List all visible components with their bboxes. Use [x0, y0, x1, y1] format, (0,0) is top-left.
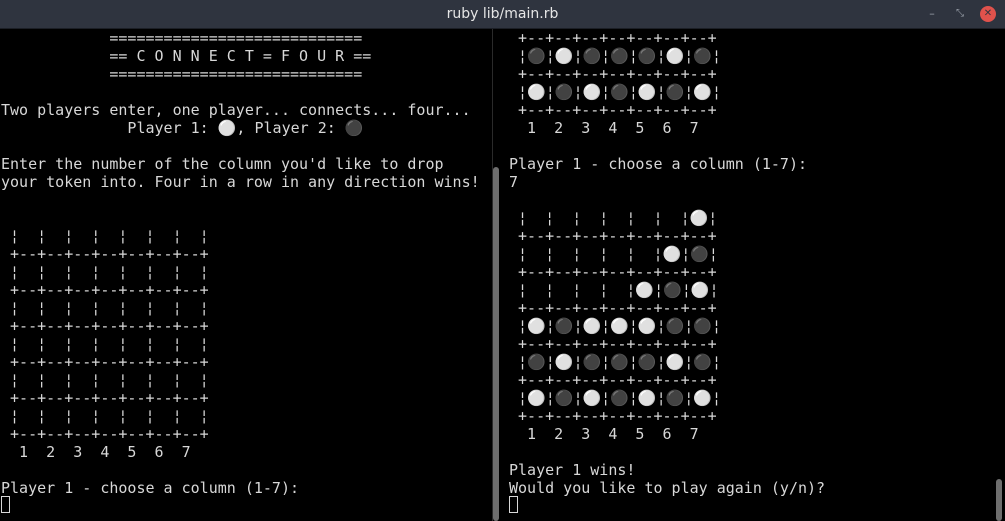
- left-pane-line: ¦ ¦ ¦ ¦ ¦ ¦ ¦ ¦: [1, 371, 209, 389]
- right-pane-line: ¦ ¦ ¦ ¦ ¦ ¦ ¦⚪¦: [509, 209, 718, 227]
- left-pane-line: Player 1: ⚪, Player 2: ⚫: [1, 119, 364, 137]
- right-pane-line: +--+--+--+--+--+--+--+: [509, 227, 717, 245]
- left-pane-line: ¦ ¦ ¦ ¦ ¦ ¦ ¦ ¦: [1, 227, 209, 245]
- maximize-icon[interactable]: ⤡: [952, 6, 968, 22]
- right-pane-line: +--+--+--+--+--+--+--+: [509, 335, 717, 353]
- left-scrollbar[interactable]: [493, 29, 499, 521]
- left-pane-line: Two players enter, one player... connect…: [1, 101, 471, 119]
- title-bar[interactable]: ruby lib/main.rb – ⤡ ✕: [0, 0, 1005, 29]
- right-pane-line: +--+--+--+--+--+--+--+: [509, 101, 717, 119]
- right-pane-line: +--+--+--+--+--+--+--+: [509, 371, 717, 389]
- right-pane-line: Player 1 wins!: [509, 461, 636, 479]
- right-pane-line: 7: [509, 173, 519, 191]
- left-pane-line: +--+--+--+--+--+--+--+: [1, 389, 209, 407]
- right-pane-line: ¦⚫¦⚪¦⚫¦⚫¦⚫¦⚪¦⚫¦: [509, 47, 722, 65]
- left-pane-line: your token into. Four in a row in any di…: [1, 173, 480, 191]
- left-pane-line: +--+--+--+--+--+--+--+: [1, 317, 209, 335]
- right-terminal-cursor: [509, 496, 518, 513]
- window-title: ruby lib/main.rb: [446, 6, 559, 22]
- left-pane-line: == C O N N E C T = F O U R ==: [1, 47, 372, 65]
- right-pane-line: +--+--+--+--+--+--+--+: [509, 65, 717, 83]
- left-terminal-cursor: [1, 496, 10, 513]
- left-pane-line: ============================: [1, 65, 363, 83]
- right-pane-line: 1 2 3 4 5 6 7: [509, 119, 699, 137]
- left-pane-line: 1 2 3 4 5 6 7: [1, 443, 191, 461]
- left-pane-line: +--+--+--+--+--+--+--+: [1, 353, 209, 371]
- left-pane-line: ¦ ¦ ¦ ¦ ¦ ¦ ¦ ¦: [1, 299, 209, 317]
- right-scrollbar-thumb[interactable]: [996, 479, 1002, 521]
- right-terminal-pane[interactable]: +--+--+--+--+--+--+--+ ¦⚫¦⚪¦⚫¦⚫¦⚫¦⚪¦⚫¦ +…: [508, 29, 993, 521]
- right-pane-line: +--+--+--+--+--+--+--+: [509, 263, 717, 281]
- right-pane-line: Player 1 - choose a column (1-7):: [509, 155, 808, 173]
- left-pane-line: ============================: [1, 29, 363, 47]
- left-terminal-pane[interactable]: ============================ == C O N N …: [0, 29, 488, 521]
- minimize-icon[interactable]: –: [924, 6, 940, 22]
- right-pane-line: ¦⚪¦⚫¦⚪¦⚫¦⚪¦⚫¦⚪¦: [509, 83, 722, 101]
- right-pane-line: ¦ ¦ ¦ ¦ ¦⚪¦⚫¦⚪¦: [509, 281, 719, 299]
- right-pane-line: ¦⚪¦⚫¦⚪¦⚫¦⚪¦⚫¦⚪¦: [509, 389, 722, 407]
- left-pane-line: +--+--+--+--+--+--+--+: [1, 245, 209, 263]
- left-pane-line: +--+--+--+--+--+--+--+: [1, 281, 209, 299]
- terminal-window: ruby lib/main.rb – ⤡ ✕ =================…: [0, 0, 1005, 521]
- close-icon[interactable]: ✕: [980, 6, 996, 22]
- right-scrollbar[interactable]: [996, 29, 1002, 521]
- left-pane-line: +--+--+--+--+--+--+--+: [1, 425, 209, 443]
- left-pane-line: ¦ ¦ ¦ ¦ ¦ ¦ ¦ ¦: [1, 407, 209, 425]
- right-pane-line: +--+--+--+--+--+--+--+: [509, 407, 717, 425]
- right-pane-line: ¦ ¦ ¦ ¦ ¦ ¦⚪¦⚫¦: [509, 245, 718, 263]
- left-pane-line: ¦ ¦ ¦ ¦ ¦ ¦ ¦ ¦: [1, 263, 209, 281]
- right-pane-line: +--+--+--+--+--+--+--+: [509, 29, 717, 47]
- right-pane-line: ¦⚪¦⚫¦⚪¦⚪¦⚪¦⚫¦⚫¦: [509, 317, 722, 335]
- left-pane-line: ¦ ¦ ¦ ¦ ¦ ¦ ¦ ¦: [1, 335, 209, 353]
- right-pane-line: 1 2 3 4 5 6 7: [509, 425, 699, 443]
- right-pane-line: ¦⚫¦⚪¦⚫¦⚫¦⚫¦⚪¦⚫¦: [509, 353, 722, 371]
- left-terminal-output: ============================ == C O N N …: [1, 29, 480, 497]
- left-pane-line: Enter the number of the column you'd lik…: [1, 155, 444, 173]
- right-terminal-output: +--+--+--+--+--+--+--+ ¦⚫¦⚪¦⚫¦⚫¦⚫¦⚪¦⚫¦ +…: [509, 29, 825, 497]
- left-pane-line: Player 1 - choose a column (1-7):: [1, 479, 300, 497]
- right-pane-line: +--+--+--+--+--+--+--+: [509, 299, 717, 317]
- right-pane-line: Would you like to play again (y/n)?: [509, 479, 826, 497]
- left-scrollbar-thumb[interactable]: [493, 167, 499, 521]
